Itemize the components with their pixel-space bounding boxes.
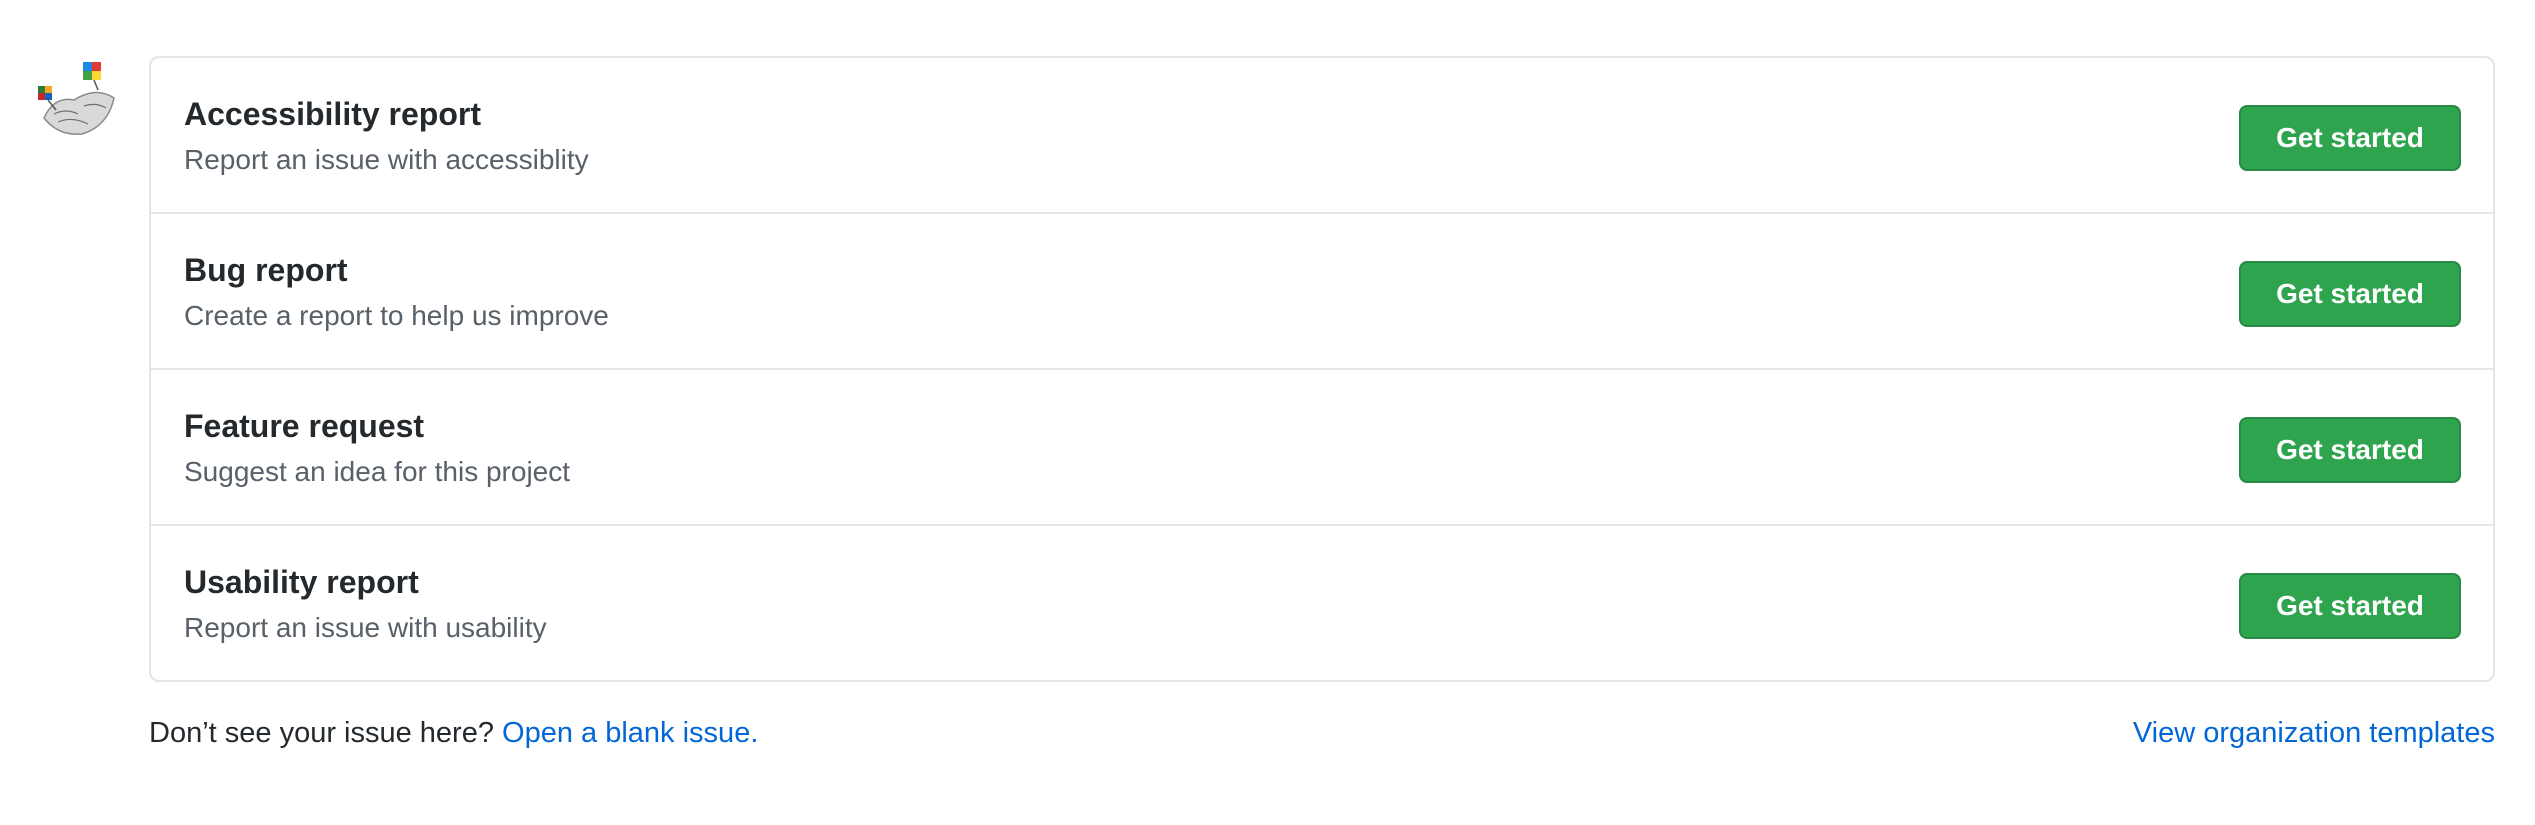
template-chooser-footer: Don’t see your issue here? Open a blank … <box>149 717 2495 757</box>
footer-prompt-text: Don’t see your issue here? <box>149 717 494 749</box>
template-row-feature: Feature request Suggest an idea for this… <box>151 370 2493 526</box>
get-started-button[interactable]: Get started <box>2239 105 2461 171</box>
template-description: Create a report to help us improve <box>184 300 609 331</box>
open-blank-issue-link[interactable]: Open a blank issue. <box>502 717 758 749</box>
template-row-bug: Bug report Create a report to help us im… <box>151 214 2493 370</box>
issue-templates-list: Accessibility report Report an issue wit… <box>149 56 2495 682</box>
template-row-accessibility: Accessibility report Report an issue wit… <box>151 58 2493 214</box>
template-row-usability: Usability report Report an issue with us… <box>151 526 2493 680</box>
view-organization-templates-link[interactable]: View organization templates <box>2133 717 2495 749</box>
template-description: Suggest an idea for this project <box>184 456 571 487</box>
template-title: Accessibility report <box>184 96 481 132</box>
template-title: Usability report <box>184 564 419 600</box>
blank-issue-prompt: Don’t see your issue here? Open a blank … <box>149 717 758 750</box>
org-templates-wrapper: View organization templates <box>2133 717 2495 750</box>
get-started-button[interactable]: Get started <box>2239 573 2461 639</box>
template-title: Bug report <box>184 252 348 288</box>
issue-template-chooser: Accessibility report Report an issue wit… <box>0 0 2535 825</box>
organization-avatar[interactable] <box>34 56 120 142</box>
template-title: Feature request <box>184 408 425 444</box>
get-started-button[interactable]: Get started <box>2239 261 2461 327</box>
template-description: Report an issue with usability <box>184 612 547 643</box>
get-started-button[interactable]: Get started <box>2239 417 2461 483</box>
template-description: Report an issue with accessiblity <box>184 144 589 175</box>
avatar-image <box>35 57 119 141</box>
